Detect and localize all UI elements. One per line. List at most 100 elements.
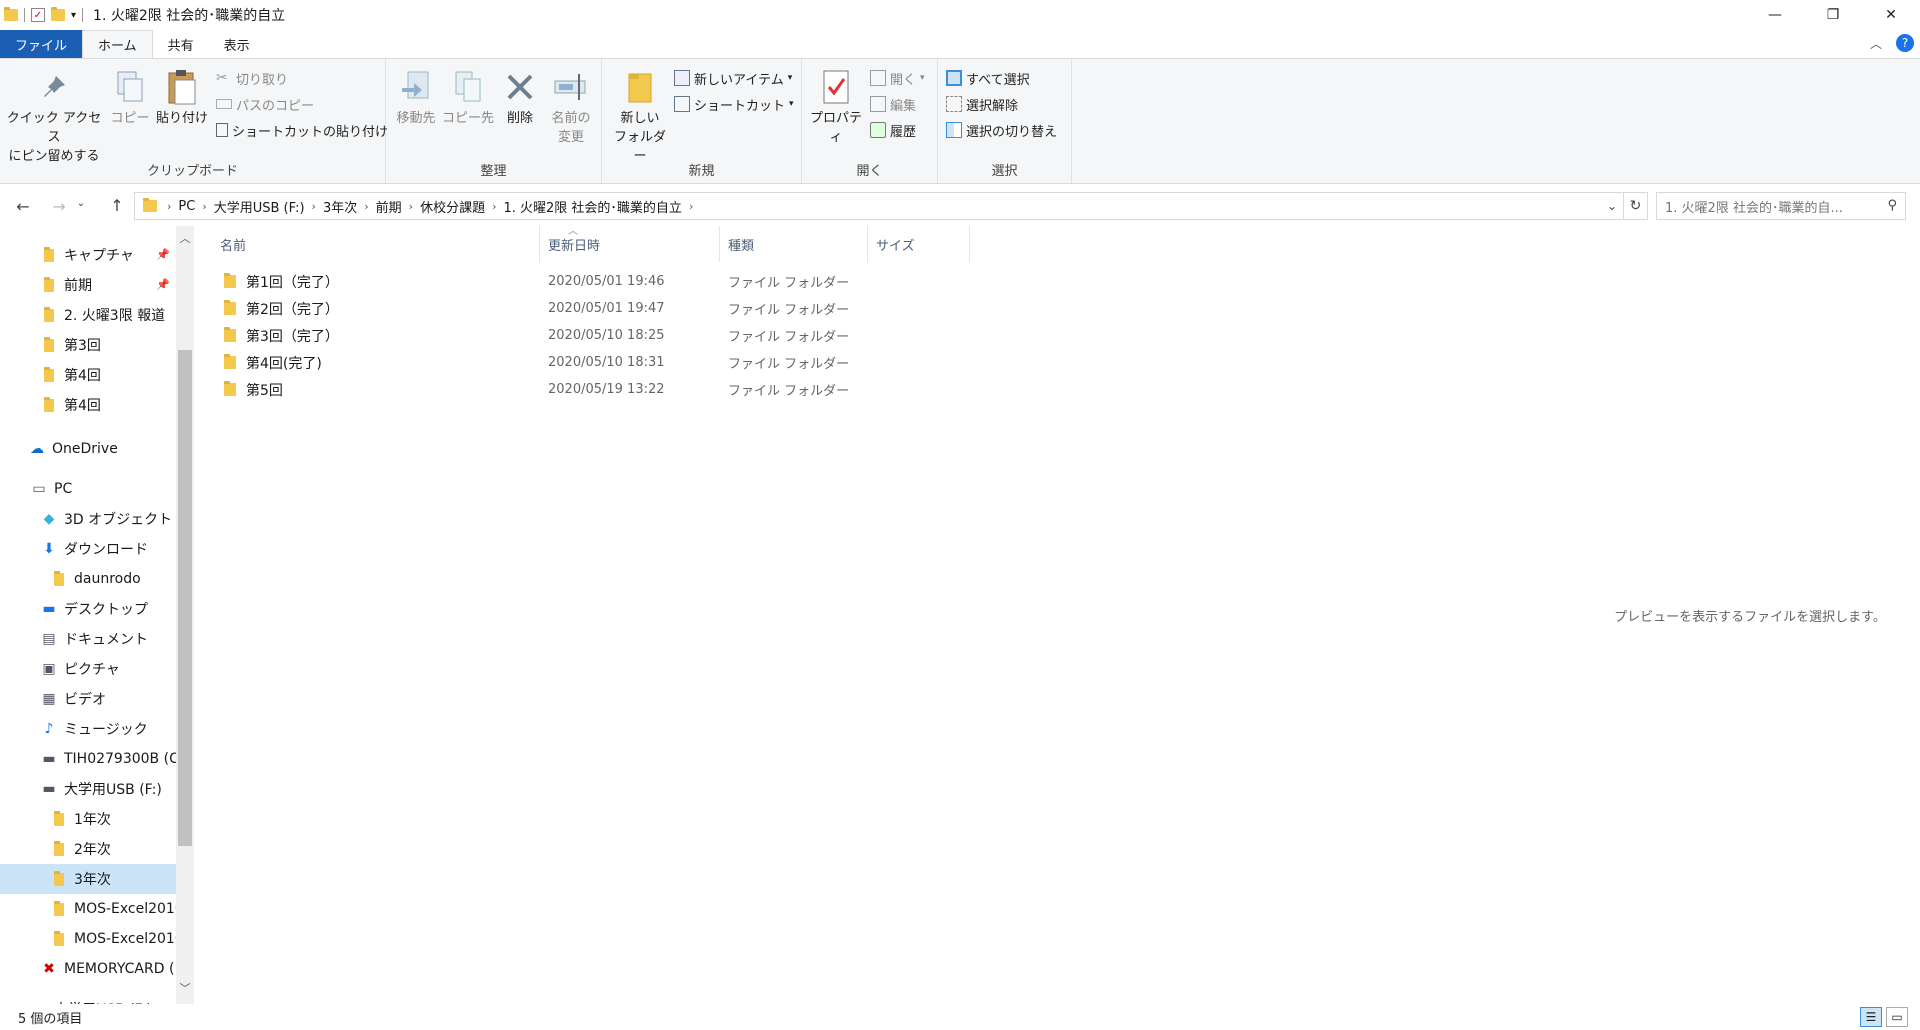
paste-button[interactable]: 貼り付け bbox=[156, 67, 208, 128]
open-button[interactable]: 開く ▾ bbox=[870, 67, 925, 89]
pin-quick-access-button[interactable]: クイック アクセス にピン留めする bbox=[6, 67, 102, 166]
sidebar-item[interactable]: 2. 火曜3限 報道 bbox=[0, 300, 176, 330]
collapse-ribbon-icon[interactable]: ︿ bbox=[1870, 35, 1882, 52]
scroll-thumb[interactable] bbox=[178, 350, 192, 846]
cut-label: 切り取り bbox=[236, 72, 289, 88]
sidebar-item-label: daunrodo bbox=[74, 571, 141, 587]
move-to-button[interactable]: 移動先 bbox=[392, 67, 440, 128]
nav-scrollbar[interactable]: ︿ ﹀ bbox=[176, 226, 194, 1004]
paste-shortcut-button[interactable]: ショートカットの貼り付け bbox=[216, 119, 388, 141]
name-cell: 第5回 bbox=[224, 376, 283, 403]
sidebar-item[interactable]: 1年次 bbox=[0, 804, 176, 834]
sidebar-item[interactable]: ▬ TIH0279300B (C: bbox=[0, 744, 176, 774]
sidebar-item[interactable]: 第4回 bbox=[0, 360, 176, 390]
tab-home[interactable]: ホーム bbox=[82, 30, 153, 58]
sidebar-item[interactable]: 3年次 bbox=[0, 864, 176, 894]
cut-button[interactable]: ✂ 切り取り bbox=[216, 67, 288, 89]
breadcrumb-term[interactable]: 前期 bbox=[369, 197, 409, 216]
history-button[interactable]: 履歴 bbox=[870, 119, 916, 141]
edit-button[interactable]: 編集 bbox=[870, 93, 916, 115]
sidebar-item[interactable]: ♪ ミュージック bbox=[0, 714, 176, 744]
scroll-up-icon[interactable]: ︿ bbox=[176, 230, 194, 248]
table-row[interactable]: 第2回（完了） 2020/05/01 19:47 ファイル フォルダー bbox=[210, 295, 980, 322]
sidebar-item[interactable]: 前期 📌 bbox=[0, 270, 176, 300]
help-icon[interactable]: ? bbox=[1896, 34, 1914, 52]
select-none-label: 選択解除 bbox=[966, 98, 1019, 114]
minimize-button[interactable]: — bbox=[1746, 0, 1804, 30]
history-icon bbox=[870, 122, 886, 138]
sidebar-item[interactable]: ✖ MEMORYCARD ( bbox=[0, 954, 176, 984]
column-header-type[interactable]: 種類 bbox=[720, 226, 868, 262]
back-button[interactable]: ← bbox=[8, 197, 38, 216]
up-button[interactable]: ↑ bbox=[102, 196, 132, 215]
customize-qat-icon[interactable]: ▾ bbox=[71, 10, 76, 21]
sidebar-item[interactable]: ▤ ドキュメント bbox=[0, 624, 176, 654]
address-dropdown-icon[interactable]: ⌄ bbox=[1601, 193, 1623, 219]
refresh-button[interactable]: ↻ bbox=[1624, 192, 1648, 220]
recent-locations-button[interactable]: ⌄ bbox=[74, 198, 88, 209]
sidebar-item-label: OneDrive bbox=[52, 441, 118, 457]
column-header-modified[interactable]: 更新日時 bbox=[540, 226, 720, 262]
breadcrumb-assignments[interactable]: 休校分課題 bbox=[413, 197, 492, 216]
sidebar-item[interactable]: ◆ 3D オブジェクト bbox=[0, 504, 176, 534]
folder-icon bbox=[4, 7, 18, 21]
details-view-icon[interactable]: ☰ bbox=[1860, 1007, 1882, 1027]
properties-button[interactable]: プロパティ bbox=[806, 67, 866, 147]
sidebar-item[interactable]: daunrodo bbox=[0, 564, 176, 594]
forward-button[interactable]: → bbox=[44, 197, 74, 216]
navigation-pane[interactable]: ︿ ﹀ キャプチャ 📌 前期 📌 2. 火曜3限 報道第3回第4回 第4回 ☁ OneDriv… bbox=[0, 226, 194, 1004]
chevron-right-icon[interactable]: › bbox=[689, 200, 693, 213]
breadcrumb-drive[interactable]: 大学用USB (F:) bbox=[207, 197, 312, 216]
sidebar-item[interactable]: キャプチャ 📌 bbox=[0, 240, 176, 270]
scroll-down-icon[interactable]: ﹀ bbox=[176, 980, 194, 998]
sidebar-item[interactable]: ▬大学用USB (F:) bbox=[0, 774, 176, 804]
sidebar-item[interactable]: ▣ ピクチャ bbox=[0, 654, 176, 684]
sidebar-item[interactable]: ▦ ビデオ bbox=[0, 684, 176, 714]
select-all-button[interactable]: すべて選択 bbox=[946, 67, 1030, 89]
sidebar-item[interactable]: MOS-Excel2010 bbox=[0, 894, 176, 924]
copy-to-button[interactable]: コピー先 bbox=[442, 67, 494, 128]
tab-share[interactable]: 共有 bbox=[153, 30, 209, 58]
large-icons-view-icon[interactable]: ▭ bbox=[1886, 1007, 1908, 1027]
tab-view[interactable]: 表示 bbox=[209, 30, 265, 58]
new-folder-button[interactable]: 新しい フォルダー bbox=[608, 67, 672, 166]
edit-icon bbox=[870, 96, 886, 112]
tab-file[interactable]: ファイル bbox=[0, 30, 83, 58]
properties-qat-icon[interactable]: ✓ bbox=[31, 8, 45, 22]
easy-access-button[interactable]: ショートカット ▾ bbox=[674, 93, 794, 115]
sidebar-item[interactable]: 第3回 bbox=[0, 330, 176, 360]
sidebar-item[interactable]: ▭ PC bbox=[0, 474, 176, 504]
table-row[interactable]: 第3回（完了） 2020/05/10 18:25 ファイル フォルダー bbox=[210, 322, 980, 349]
sidebar-item[interactable]: 第4回 bbox=[0, 390, 176, 420]
sidebar-item[interactable]: ▬ デスクトップ bbox=[0, 594, 176, 624]
breadcrumb-current[interactable]: 1. 火曜2限 社会的･職業的自立 bbox=[496, 197, 688, 216]
sidebar-item-label: 第3回 bbox=[64, 338, 101, 354]
invert-selection-button[interactable]: 選択の切り替え bbox=[946, 119, 1057, 141]
sidebar-item[interactable]: MOS-Excel2010 bbox=[0, 924, 176, 954]
breadcrumb-pc[interactable]: PC bbox=[171, 199, 202, 214]
sidebar-item[interactable]: 2年次 bbox=[0, 834, 176, 864]
new-item-button[interactable]: 新しいアイテム ▾ bbox=[674, 67, 792, 89]
copy-path-button[interactable]: パスのコピー bbox=[216, 93, 314, 115]
rename-button[interactable]: 名前の 変更 bbox=[546, 67, 596, 147]
sidebar-item[interactable]: ▬大学用USB (F:) bbox=[0, 994, 176, 1004]
maximize-button[interactable]: ❐ bbox=[1804, 0, 1862, 30]
delete-button[interactable]: 削除 bbox=[498, 67, 542, 128]
select-none-button[interactable]: 選択解除 bbox=[946, 93, 1018, 115]
column-header-name[interactable]: 名前 bbox=[212, 226, 540, 262]
search-input[interactable]: 1. 火曜2限 社会的･職業的自... ⚲ bbox=[1656, 192, 1906, 220]
breadcrumb-year[interactable]: 3年次 bbox=[316, 197, 364, 216]
paste-label: 貼り付け bbox=[156, 111, 209, 126]
sidebar-item[interactable]: ☁ OneDrive bbox=[0, 434, 176, 464]
invert-selection-label: 選択の切り替え bbox=[966, 124, 1058, 140]
column-header-size[interactable]: サイズ bbox=[868, 226, 970, 262]
table-row[interactable]: 第4回(完了) 2020/05/10 18:31 ファイル フォルダー bbox=[210, 349, 980, 376]
copy-button[interactable]: コピー bbox=[108, 67, 152, 128]
table-row[interactable]: 第5回 2020/05/19 13:22 ファイル フォルダー bbox=[210, 376, 980, 403]
address-bar[interactable]: › PC › 大学用USB (F:) › 3年次 › 前期 › 休校分課題 › … bbox=[134, 192, 1624, 220]
move-to-icon bbox=[396, 67, 436, 107]
close-button[interactable]: ✕ bbox=[1862, 0, 1920, 30]
table-row[interactable]: 第1回（完了） 2020/05/01 19:46 ファイル フォルダー bbox=[210, 268, 980, 295]
new-folder-qat-icon[interactable] bbox=[51, 7, 65, 21]
sidebar-item[interactable]: ⬇ ダウンロード bbox=[0, 534, 176, 564]
